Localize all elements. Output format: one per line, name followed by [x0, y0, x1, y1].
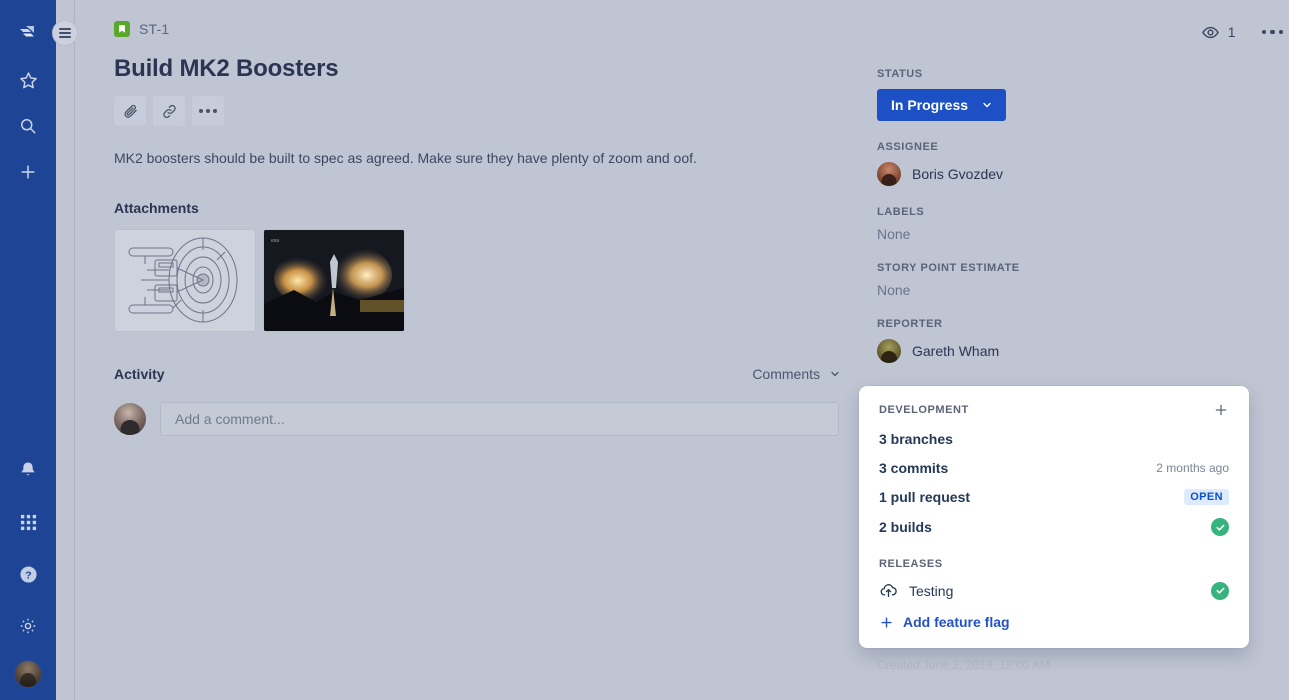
reporter-field: REPORTER Gareth Wham	[877, 318, 1289, 363]
svg-text:esa: esa	[271, 238, 279, 244]
add-comment-row: Add a comment...	[114, 402, 839, 436]
branches-label: 3 branches	[879, 431, 953, 447]
settings-icon[interactable]	[10, 608, 46, 644]
page-title: Build MK2 Boosters	[114, 55, 339, 82]
help-icon[interactable]: ?	[10, 556, 46, 592]
pull-request-status-badge: OPEN	[1184, 489, 1229, 505]
reporter-value-row[interactable]: Gareth Wham	[877, 339, 1289, 363]
attachments-list: esa	[114, 229, 839, 332]
release-success-icon	[1211, 581, 1229, 600]
detail-fields: STATUS In Progress ASSIGNEE Boris Gvozde…	[859, 46, 1289, 363]
issue-main-column: ST-1 Build MK2 Boosters MK2 boosters sho…	[114, 18, 859, 700]
assignee-avatar	[877, 162, 901, 186]
more-actions-button[interactable]	[192, 96, 224, 126]
jira-issue-view: ? ST-1 Build MK2 Boosters MK2 boosters s…	[0, 0, 1289, 700]
commits-label: 3 commits	[879, 460, 949, 476]
link-issue-button[interactable]	[153, 96, 185, 126]
release-left-group: Testing	[879, 581, 953, 600]
cloud-upload-icon	[880, 584, 897, 598]
watch-button[interactable]: 1	[1201, 23, 1236, 42]
issue-content: ST-1 Build MK2 Boosters MK2 boosters sho…	[74, 0, 1289, 700]
created-timestamp: Created June 2, 2019, 12:00 AM	[877, 658, 1050, 672]
status-dropdown-button[interactable]: In Progress	[877, 89, 1007, 121]
eye-icon	[1201, 26, 1219, 38]
story-type-icon	[114, 21, 130, 37]
activity-filter-label: Comments	[752, 366, 820, 382]
issue-key[interactable]: ST-1	[139, 21, 169, 37]
sidebar-rail	[52, 0, 78, 700]
panel-more-actions-button[interactable]	[1261, 29, 1283, 35]
assignee-value-row[interactable]: Boris Gvozdev	[877, 162, 1289, 186]
attachment-blueprint[interactable]	[114, 229, 256, 332]
builds-success-icon	[1211, 518, 1229, 536]
releases-header: RELEASES	[879, 558, 1229, 570]
search-icon[interactable]	[10, 108, 46, 144]
development-heading: DEVELOPMENT	[879, 404, 969, 416]
app-switcher-icon[interactable]	[10, 504, 46, 540]
activity-heading: Activity	[114, 366, 165, 382]
issue-description: MK2 boosters should be built to spec as …	[114, 150, 697, 166]
svg-text:?: ?	[25, 569, 31, 581]
development-header: DEVELOPMENT	[879, 402, 1229, 418]
nav-bottom-group: ?	[10, 452, 46, 700]
attachment-launch[interactable]: esa	[263, 229, 405, 332]
labels-value[interactable]: None	[877, 226, 1289, 242]
hamburger-icon	[59, 26, 71, 40]
activity-header: Activity Comments	[114, 366, 847, 382]
issue-actions	[114, 96, 839, 126]
releases-heading: RELEASES	[879, 558, 943, 570]
story-points-value[interactable]: None	[877, 282, 1289, 298]
story-points-field: STORY POINT ESTIMATE None	[877, 262, 1289, 298]
jira-logo-icon[interactable]	[10, 16, 46, 52]
assignee-field: ASSIGNEE Boris Gvozdev	[877, 141, 1289, 186]
labels-label: LABELS	[877, 206, 925, 218]
development-card: DEVELOPMENT 3 branches 3 commits 2 month…	[859, 386, 1249, 648]
global-navigation-sidebar: ?	[0, 0, 56, 700]
ellipsis-icon	[199, 109, 217, 113]
activity-filter-dropdown[interactable]: Comments	[752, 366, 847, 382]
story-points-label: STORY POINT ESTIMATE	[877, 262, 1020, 274]
development-row-branches[interactable]: 3 branches	[879, 431, 1229, 447]
add-feature-flag-label: Add feature flag	[903, 614, 1010, 630]
chevron-down-icon	[831, 371, 839, 377]
reporter-name: Gareth Wham	[912, 343, 1000, 359]
reporter-label: REPORTER	[877, 318, 943, 330]
development-row-commits[interactable]: 3 commits 2 months ago	[879, 460, 1229, 476]
status-value: In Progress	[891, 97, 969, 113]
plus-icon	[881, 616, 892, 628]
status-field: STATUS In Progress	[877, 68, 1289, 121]
assignee-name: Boris Gvozdev	[912, 166, 1004, 182]
create-icon[interactable]	[10, 154, 46, 190]
reporter-avatar	[877, 339, 901, 363]
comment-input[interactable]: Add a comment...	[160, 402, 839, 436]
labels-field: LABELS None	[877, 206, 1289, 242]
issue-details-panel: 1 STATUS In Progress ASSIGNEE Boris Gvoz…	[859, 18, 1289, 700]
chevron-down-icon	[983, 102, 991, 108]
plus-icon	[1215, 404, 1227, 416]
add-feature-flag-button[interactable]: Add feature flag	[879, 614, 1229, 630]
builds-label: 2 builds	[879, 519, 932, 535]
issue-toolbar: 1	[859, 18, 1289, 46]
star-icon[interactable]	[10, 62, 46, 98]
status-label: STATUS	[877, 68, 923, 80]
development-row-builds[interactable]: 2 builds	[879, 518, 1229, 536]
release-row-testing[interactable]: Testing	[879, 581, 1229, 600]
notifications-icon[interactable]	[10, 452, 46, 488]
breadcrumb: ST-1	[114, 18, 839, 40]
release-name: Testing	[909, 582, 954, 599]
pull-request-label: 1 pull request	[879, 489, 971, 505]
attachments-heading: Attachments	[114, 200, 199, 216]
commits-meta: 2 months ago	[1156, 461, 1229, 475]
watch-count: 1	[1227, 24, 1236, 40]
development-row-pull-request[interactable]: 1 pull request OPEN	[879, 489, 1229, 505]
add-development-button[interactable]	[1213, 402, 1229, 418]
current-user-avatar	[114, 403, 146, 435]
profile-avatar[interactable]	[14, 660, 42, 688]
assignee-label: ASSIGNEE	[877, 141, 939, 153]
attach-button[interactable]	[114, 96, 146, 126]
